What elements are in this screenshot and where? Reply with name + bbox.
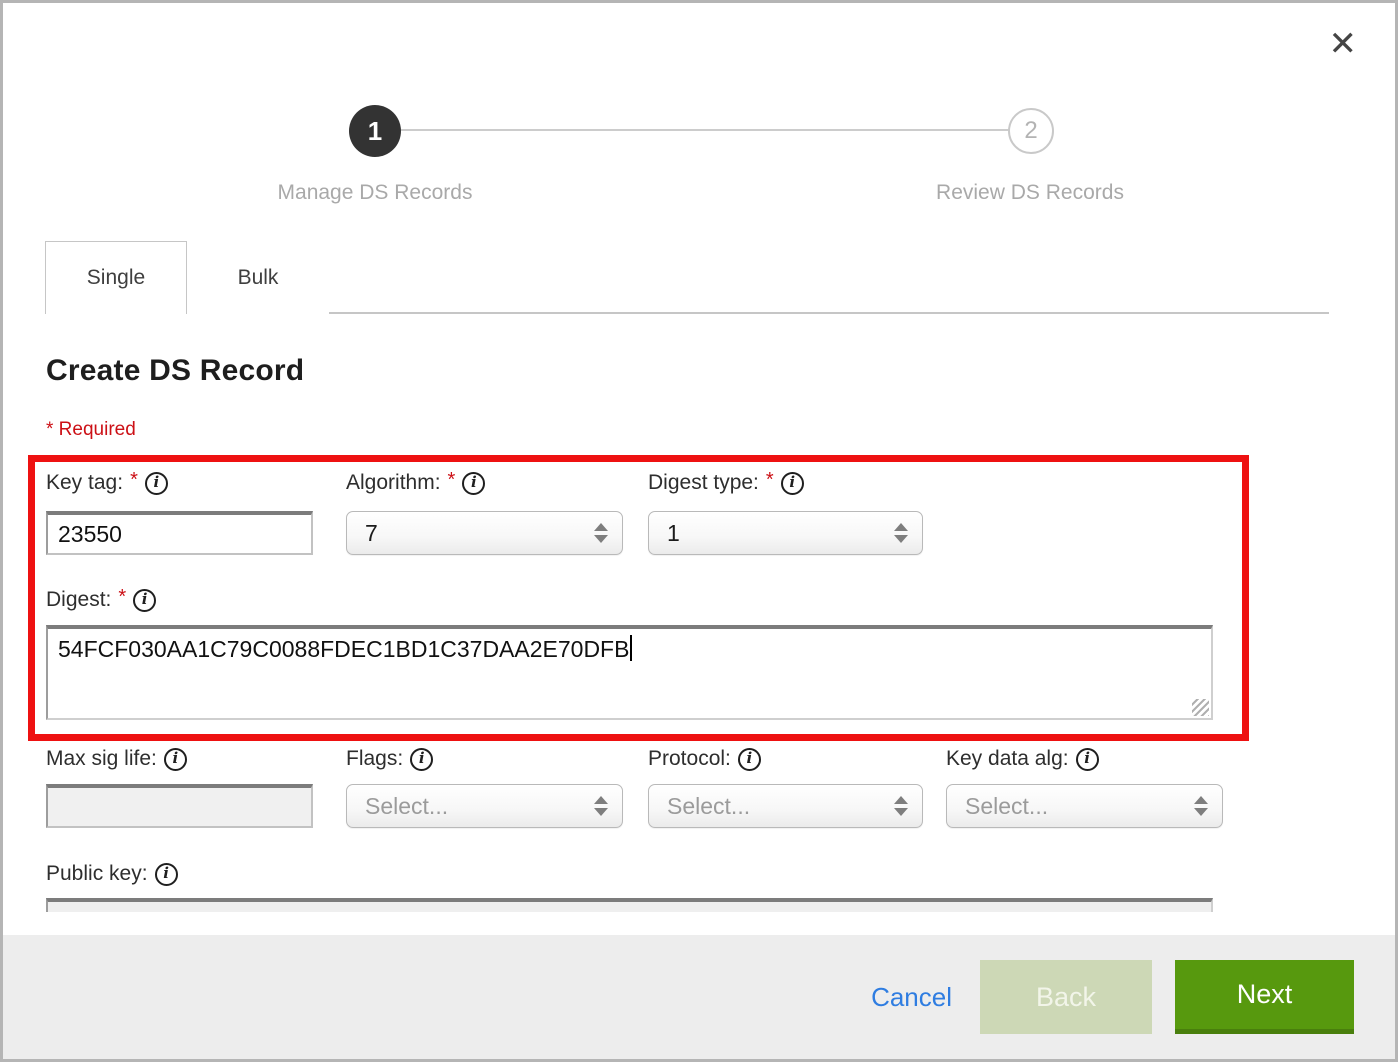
info-icon[interactable]: i (462, 472, 485, 495)
algorithm-label: Algorithm: * i (346, 471, 485, 495)
back-button[interactable]: Back (980, 960, 1152, 1034)
max-sig-life-label-text: Max sig life: (46, 747, 157, 771)
step-label-manage-ds-records: Manage DS Records (215, 181, 535, 205)
key-tag-label-text: Key tag: (46, 471, 123, 495)
select-arrows-icon (894, 523, 908, 543)
max-sig-life-label: Max sig life: i (46, 747, 187, 771)
page-title: Create DS Record (46, 354, 304, 388)
select-arrows-icon (594, 796, 608, 816)
info-icon[interactable]: i (410, 748, 433, 771)
create-ds-record-modal: ✕ 1 2 Manage DS Records Review DS Record… (0, 0, 1398, 1062)
next-button[interactable]: Next (1175, 960, 1354, 1034)
flags-select[interactable]: Select... (346, 784, 623, 828)
required-asterisk: * (130, 469, 138, 492)
flags-label-text: Flags: (346, 747, 403, 771)
tabbar-bottom-border (187, 312, 1329, 314)
max-sig-life-input[interactable] (46, 784, 313, 828)
digest-label-text: Digest: (46, 588, 111, 612)
info-icon[interactable]: i (145, 472, 168, 495)
info-icon[interactable]: i (738, 748, 761, 771)
modal-footer: Cancel Back Next (3, 935, 1395, 1059)
key-tag-input[interactable] (46, 511, 313, 555)
step-circle-2: 2 (1008, 108, 1054, 154)
digest-label: Digest: * i (46, 588, 156, 612)
select-arrows-icon (1194, 796, 1208, 816)
algorithm-label-text: Algorithm: (346, 471, 441, 495)
public-key-label-text: Public key: (46, 862, 148, 886)
protocol-select[interactable]: Select... (648, 784, 923, 828)
digest-textarea[interactable]: 54FCF030AA1C79C0088FDEC1BD1C37DAA2E70DFB (46, 625, 1213, 720)
select-arrows-icon (894, 796, 908, 816)
key-tag-label: Key tag: * i (46, 471, 168, 495)
digest-type-label: Digest type: * i (648, 471, 804, 495)
key-data-alg-label: Key data alg: i (946, 747, 1099, 771)
stepper-connector-line (401, 129, 1011, 131)
text-cursor (630, 635, 632, 661)
info-icon[interactable]: i (155, 863, 178, 886)
public-key-label: Public key: i (46, 862, 178, 886)
select-arrows-icon (594, 523, 608, 543)
tab-bulk[interactable]: Bulk (187, 241, 329, 314)
key-data-alg-select-value: Select... (965, 793, 1048, 820)
tab-single[interactable]: Single (45, 241, 187, 314)
step-label-review-ds-records: Review DS Records (870, 181, 1190, 205)
public-key-textarea[interactable] (46, 898, 1213, 912)
digest-type-select[interactable]: 1 (648, 511, 923, 555)
required-asterisk: * (118, 586, 126, 609)
digest-type-label-text: Digest type: (648, 471, 759, 495)
flags-label: Flags: i (346, 747, 433, 771)
protocol-label-text: Protocol: (648, 747, 731, 771)
key-data-alg-select[interactable]: Select... (946, 784, 1223, 828)
algorithm-select[interactable]: 7 (346, 511, 623, 555)
info-icon[interactable]: i (133, 589, 156, 612)
cancel-link[interactable]: Cancel (871, 982, 952, 1013)
close-icon[interactable]: ✕ (1329, 27, 1358, 61)
info-icon[interactable]: i (781, 472, 804, 495)
protocol-select-value: Select... (667, 793, 750, 820)
algorithm-select-value: 7 (365, 520, 378, 547)
digest-type-select-value: 1 (667, 520, 680, 547)
info-icon[interactable]: i (164, 748, 187, 771)
flags-select-value: Select... (365, 793, 448, 820)
required-note: * Required (46, 419, 136, 441)
digest-value: 54FCF030AA1C79C0088FDEC1BD1C37DAA2E70DFB (58, 636, 629, 662)
required-asterisk: * (766, 469, 774, 492)
step-circle-1: 1 (349, 105, 401, 157)
key-data-alg-label-text: Key data alg: (946, 747, 1069, 771)
required-asterisk: * (448, 469, 456, 492)
info-icon[interactable]: i (1076, 748, 1099, 771)
protocol-label: Protocol: i (648, 747, 761, 771)
resize-grip-icon[interactable] (1192, 699, 1209, 716)
